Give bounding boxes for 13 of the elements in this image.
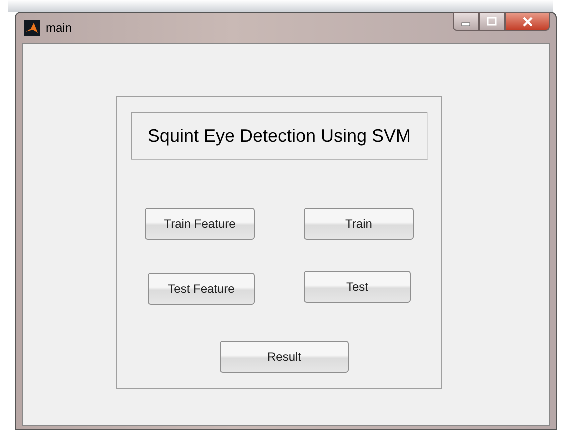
maximize-icon — [487, 16, 497, 26]
minimize-button[interactable] — [453, 12, 479, 31]
test-button[interactable]: Test — [304, 271, 411, 303]
maximize-button[interactable] — [479, 12, 505, 31]
window-title: main — [46, 21, 72, 35]
app-icon — [24, 20, 40, 36]
train-feature-button[interactable]: Train Feature — [145, 208, 255, 240]
heading-text: Squint Eye Detection Using SVM — [131, 112, 428, 160]
test-feature-button[interactable]: Test Feature — [148, 273, 255, 305]
train-button[interactable]: Train — [304, 208, 414, 240]
close-button[interactable] — [505, 12, 550, 31]
close-icon — [522, 16, 534, 26]
result-button[interactable]: Result — [220, 341, 349, 373]
